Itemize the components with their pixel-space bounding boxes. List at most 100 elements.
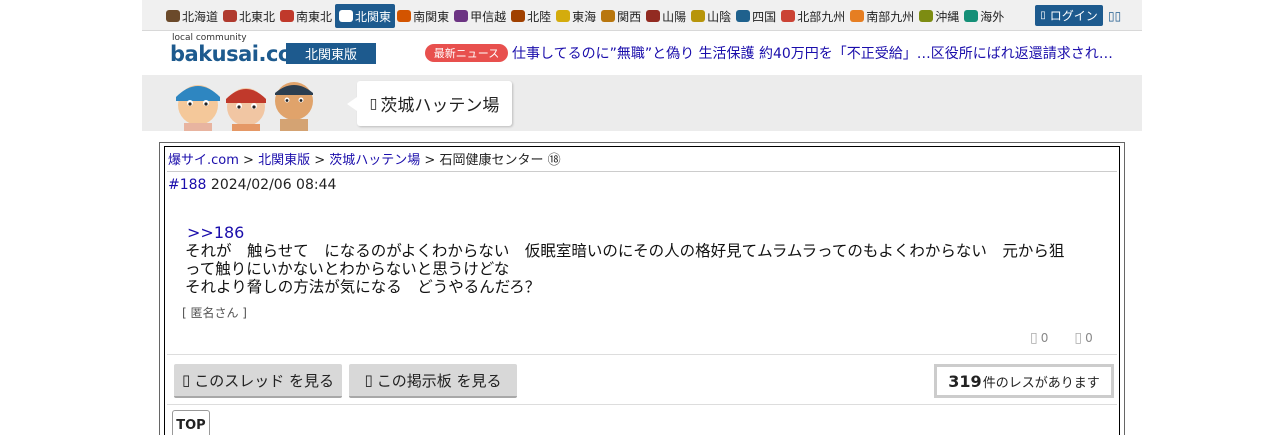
region-link[interactable]: 海外 — [962, 4, 1007, 28]
kanto-south-icon — [397, 10, 412, 22]
region-nav: 北海道 北東北 南東北 北関東 南関東 甲信越 北陸 東海 関西 山陽 山陰 四国 北部九州 南部九州 沖縄… — [142, 0, 1142, 31]
tohoku-north-icon — [223, 10, 238, 22]
board-banner: ▯ 茨城ハッテン場 — [142, 75, 1142, 131]
breadcrumb-sep: > — [310, 153, 330, 168]
board-icon: ▯ — [369, 95, 378, 112]
logo-dot: . — [258, 42, 267, 66]
res-count-box: 319 件のレスがあります — [934, 364, 1114, 398]
region-label: 山陰 — [707, 9, 732, 24]
kanto-north-icon — [339, 10, 354, 22]
divider — [167, 354, 1117, 355]
region-link[interactable]: 南部九州 — [848, 4, 917, 28]
dislike-count: 0 — [1085, 331, 1093, 345]
breadcrumb-sep: > — [238, 153, 259, 168]
post-datetime: 2024/02/06 08:44 — [210, 177, 337, 193]
post-body-line: それより脅しの方法が気になる どうやるんだろ？ — [185, 278, 541, 296]
region-label: 四国 — [752, 9, 777, 24]
res-count: 319 — [948, 371, 982, 391]
post-body: それが 触らせて になるのがよくわからない 仮眠室暗いのにその人の格好見てムラム… — [185, 242, 1105, 296]
sanin-icon — [691, 10, 706, 22]
tokai-icon — [556, 10, 571, 22]
region-link[interactable]: 沖縄 — [917, 4, 962, 28]
login-label: ログイン — [1049, 9, 1098, 23]
region-label: 南東北 — [296, 9, 333, 24]
vote-area: ▯ 0 ▯ 0 — [1030, 330, 1093, 346]
divider — [167, 404, 1117, 405]
news-badge: 最新ニュース — [425, 44, 508, 62]
region-label: 南関東 — [413, 9, 450, 24]
breadcrumb-home-link[interactable]: 爆サイ.com — [168, 153, 239, 168]
board-title-bubble[interactable]: ▯ 茨城ハッテン場 — [347, 81, 512, 126]
hokkaido-icon — [166, 10, 180, 22]
post-header: #188 2024/02/06 08:44 — [168, 177, 336, 193]
res-count-suffix: 件のレスがあります — [982, 375, 1100, 391]
region-link[interactable]: 甲信越 — [452, 4, 509, 28]
edition-badge[interactable]: 北関東版 — [286, 43, 376, 64]
region-label: 沖縄 — [935, 9, 960, 24]
region-label: 甲信越 — [470, 9, 507, 24]
region-link[interactable]: 北東北 — [221, 4, 278, 28]
mascot-characters-image — [176, 82, 313, 131]
region-link[interactable]: 関西 — [599, 4, 644, 28]
breadcrumb-board-link[interactable]: 茨城ハッテン場 — [329, 153, 420, 168]
region-label: 海外 — [980, 9, 1005, 24]
view-board-button[interactable]: ▯ この掲示板 を見る — [349, 364, 517, 398]
region-link[interactable]: 山陰 — [689, 4, 734, 28]
view-board-label: この掲示板 を見る — [376, 371, 502, 390]
top-button[interactable]: TOP — [172, 410, 210, 435]
region-link[interactable]: 南東北 — [278, 4, 335, 28]
region-label: 北部九州 — [797, 9, 846, 24]
dislike-button[interactable]: ▯ 0 — [1074, 330, 1092, 346]
breadcrumb-thread: 石岡健康センター ⑱ — [439, 153, 561, 168]
logo-main: bakusai — [170, 42, 259, 66]
kansai-icon — [601, 10, 616, 22]
breadcrumb: 爆サイ.com > 北関東版 > 茨城ハッテン場 > 石岡健康センター ⑱ — [168, 149, 561, 168]
view-thread-label: このスレッド を見る — [194, 371, 335, 390]
board-list-icon: ▯ — [364, 371, 373, 389]
region-link[interactable]: 東海 — [554, 4, 599, 28]
region-label: 関西 — [617, 9, 642, 24]
region-link[interactable]: 北部九州 — [779, 4, 848, 28]
site-header: local community bakusai.com 北関東版 最新ニュース … — [142, 31, 1142, 75]
kyushu-south-icon — [850, 10, 865, 22]
post-body-line: それが 触らせて になるのがよくわからない 仮眠室暗いのにその人の格好見てムラム… — [185, 242, 1065, 260]
region-link[interactable]: 山陽 — [644, 4, 689, 28]
tohoku-south-icon — [280, 10, 295, 22]
hokuriku-icon — [511, 10, 526, 22]
region-list: 北海道 北東北 南東北 北関東 南関東 甲信越 北陸 東海 関西 山陽 山陰 四国 北部九州 南部九州 沖縄… — [164, 4, 1007, 28]
koshinetsu-icon — [454, 10, 469, 22]
login-icon: ▯ — [1040, 10, 1046, 21]
region-label: 北東北 — [239, 9, 276, 24]
region-link[interactable]: 北関東 — [335, 4, 396, 28]
breadcrumb-sep: > — [420, 153, 440, 168]
thumbs-up-icon: ▯ — [1030, 330, 1038, 346]
region-link[interactable]: 北陸 — [509, 4, 554, 28]
overseas-icon — [964, 10, 979, 22]
thread-icon: ▯ — [181, 371, 191, 389]
okinawa-icon — [919, 10, 934, 22]
like-count: 0 — [1040, 331, 1049, 345]
post-author: [ 匿名さん ] — [182, 306, 247, 320]
region-label: 東海 — [572, 9, 597, 24]
news-headline-link[interactable]: 仕事してるのに”無職”と偽り 生活保護 約40万円を「不正受給」…区役所にばれ返… — [512, 43, 1122, 63]
region-link[interactable]: 北海道 — [164, 4, 221, 28]
region-label: 北陸 — [527, 9, 552, 24]
reply-anchor-link[interactable]: >>186 — [187, 223, 244, 242]
region-link[interactable]: 四国 — [734, 4, 779, 28]
region-label: 南部九州 — [866, 9, 915, 24]
breadcrumb-edition-link[interactable]: 北関東版 — [258, 153, 310, 168]
post-number-link[interactable]: #188 — [168, 177, 206, 193]
breadcrumb-divider — [167, 171, 1117, 172]
like-button[interactable]: ▯ 0 — [1030, 330, 1048, 346]
login-button[interactable]: ▯ ログイン — [1035, 5, 1103, 26]
view-thread-button[interactable]: ▯ このスレッド を見る — [174, 364, 342, 398]
board-title: 茨城ハッテン場 — [380, 96, 500, 116]
sanyo-icon — [646, 10, 661, 22]
menu-icon[interactable]: ▯▯ — [1108, 9, 1122, 23]
region-label: 山陽 — [662, 9, 687, 24]
post-body-line: って触りにいかないとわからないと思うけどな — [185, 260, 510, 278]
region-link[interactable]: 南関東 — [395, 4, 452, 28]
kyushu-north-icon — [781, 10, 796, 22]
shikoku-icon — [736, 10, 751, 22]
thumbs-down-icon: ▯ — [1074, 330, 1083, 346]
